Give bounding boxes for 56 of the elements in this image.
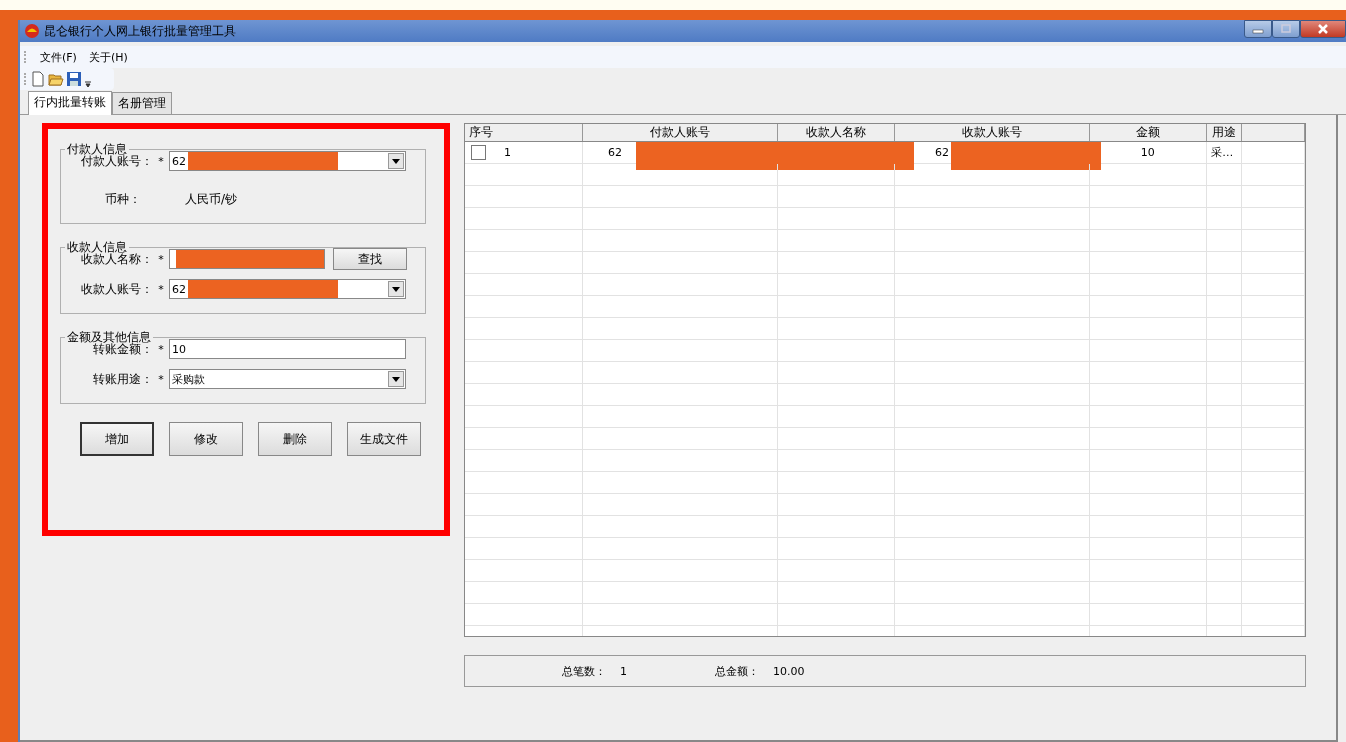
required-mark: *	[157, 252, 165, 266]
summary-label: 总笔数：	[562, 663, 606, 679]
table-cell: 1	[504, 146, 511, 159]
table-cell: 62	[608, 146, 622, 159]
dropdown-field[interactable]: 采购款	[169, 369, 406, 389]
summary-value: 10.00	[773, 664, 805, 678]
save-icon[interactable]	[66, 71, 82, 87]
column-header[interactable]: 金额	[1089, 124, 1208, 141]
row-checkbox[interactable]	[471, 145, 486, 160]
field-label: 币种：	[104, 190, 141, 208]
table-cell: 62	[934, 146, 949, 159]
dropdown-field[interactable]: 62	[169, 279, 406, 299]
summary-value: 1	[620, 664, 627, 678]
action-button[interactable]: 生成文件	[347, 422, 421, 456]
required-mark: *	[157, 342, 165, 356]
table-cell: 采…	[1211, 145, 1234, 160]
dropdown-button[interactable]	[388, 371, 404, 387]
summary-label: 总金额：	[715, 663, 759, 679]
column-header[interactable]: 用途	[1207, 124, 1243, 141]
app-logo-icon	[24, 23, 40, 39]
menu-item[interactable]: 关于(H)	[88, 49, 128, 65]
column-header[interactable]: 收款人账号	[895, 124, 1090, 141]
open-folder-icon[interactable]	[48, 71, 64, 87]
new-file-icon[interactable]	[30, 71, 46, 87]
field-label: 转账用途：	[92, 370, 153, 388]
close-button[interactable]	[1300, 20, 1346, 38]
menu-item[interactable]: 文件(F)	[40, 49, 77, 65]
column-header[interactable]: 收款人名称	[778, 124, 895, 141]
search-button[interactable]: 查找	[333, 248, 407, 270]
dropdown-button[interactable]	[388, 281, 404, 297]
maximize-button[interactable]	[1272, 20, 1300, 38]
input-field[interactable]: 10	[169, 339, 406, 359]
caret-icon	[392, 376, 400, 382]
action-button[interactable]: 增加	[80, 422, 154, 456]
action-button[interactable]: 修改	[169, 422, 243, 456]
tab[interactable]: 行内批量转账	[28, 91, 112, 115]
minimize-button[interactable]	[1244, 20, 1272, 38]
group-title: 付款人信息	[66, 143, 127, 155]
required-mark: *	[157, 154, 165, 168]
table-cell: 10	[1140, 146, 1155, 159]
column-header[interactable]: 付款人账号	[582, 124, 779, 141]
caret-icon	[392, 158, 400, 164]
required-mark: *	[157, 372, 165, 386]
dropdown-button[interactable]	[388, 153, 404, 169]
window-title: 昆仑银行个人网上银行批量管理工具	[44, 22, 236, 40]
action-button[interactable]: 删除	[258, 422, 332, 456]
required-mark: *	[157, 282, 165, 296]
group-title: 金额及其他信息	[66, 331, 152, 343]
field-value: 人民币/钞	[185, 190, 238, 208]
overflow-icon[interactable]	[84, 80, 92, 88]
column-header[interactable]: 序号	[465, 124, 583, 141]
dropdown-field[interactable]: 62	[169, 151, 406, 171]
caret-icon	[392, 286, 400, 292]
group-title: 收款人信息	[66, 241, 127, 253]
tab[interactable]: 名册管理	[112, 92, 172, 114]
field-label: 收款人账号：	[80, 280, 153, 298]
